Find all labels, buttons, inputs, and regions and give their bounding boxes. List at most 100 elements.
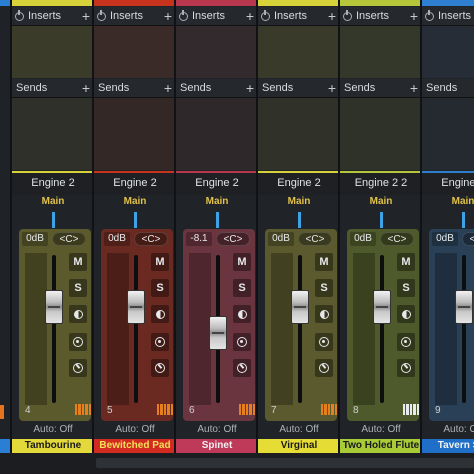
add-insert-plus-icon[interactable]: + <box>80 9 92 23</box>
solo-button[interactable]: S <box>233 279 251 297</box>
fader-track[interactable] <box>52 255 56 403</box>
monitor-button[interactable] <box>69 305 87 323</box>
volume-fader-handle[interactable] <box>291 290 309 324</box>
record-arm-button[interactable] <box>69 333 87 351</box>
fader-track[interactable] <box>462 255 466 403</box>
keyboard-icon[interactable] <box>75 404 92 415</box>
automation-mode[interactable]: Auto: Off <box>258 424 340 438</box>
add-insert-plus-icon[interactable]: + <box>162 9 174 23</box>
solo-button[interactable]: S <box>151 279 169 297</box>
monitor-button[interactable] <box>233 305 251 323</box>
volume-readout[interactable]: 0dB <box>432 232 458 246</box>
automation-mode[interactable]: Auto: Off <box>176 424 258 438</box>
automation-mode[interactable]: Auto: Off <box>340 424 422 438</box>
keyboard-icon[interactable] <box>321 404 338 415</box>
record-arm-button[interactable] <box>151 333 169 351</box>
input-selector[interactable]: Engine 2 2 <box>340 171 422 195</box>
keyboard-icon[interactable] <box>239 404 256 415</box>
volume-fader-handle[interactable] <box>455 290 473 324</box>
automation-button[interactable] <box>397 359 415 377</box>
inserts-slot-area[interactable] <box>422 26 474 78</box>
input-selector[interactable]: Engine 2 <box>258 171 340 195</box>
record-arm-button[interactable] <box>233 333 251 351</box>
fader-track[interactable] <box>380 255 384 403</box>
pan-control[interactable]: <C> <box>216 232 250 246</box>
add-send-plus-icon[interactable]: + <box>408 81 420 95</box>
inserts-slot-area[interactable] <box>340 26 422 78</box>
automation-button[interactable] <box>151 359 169 377</box>
power-icon[interactable] <box>179 9 188 21</box>
output-selector[interactable]: Main <box>94 196 176 211</box>
channel-name[interactable]: Virginal <box>258 439 340 453</box>
sends-slot-area[interactable] <box>340 98 422 170</box>
inserts-slot-area[interactable] <box>176 26 258 78</box>
volume-readout[interactable]: -8.1 <box>186 232 212 246</box>
power-icon[interactable] <box>425 9 434 21</box>
sends-slot-area[interactable] <box>12 98 94 170</box>
pan-control[interactable]: <C> <box>298 232 332 246</box>
output-selector[interactable]: Main <box>176 196 258 211</box>
add-send-plus-icon[interactable]: + <box>326 81 338 95</box>
volume-readout[interactable]: 0dB <box>350 232 376 246</box>
channel-name[interactable]: Tambourine <box>12 439 94 453</box>
volume-fader-handle[interactable] <box>373 290 391 324</box>
mute-button[interactable]: M <box>69 253 87 271</box>
fader-track[interactable] <box>134 255 138 403</box>
solo-button[interactable]: S <box>315 279 333 297</box>
record-arm-button[interactable] <box>315 333 333 351</box>
add-send-plus-icon[interactable]: + <box>80 81 92 95</box>
scrollbar-thumb[interactable] <box>96 458 474 468</box>
solo-button[interactable]: S <box>397 279 415 297</box>
inserts-slot-area[interactable] <box>258 26 340 78</box>
automation-mode[interactable]: Auto: Off <box>422 424 474 438</box>
output-selector[interactable]: Main <box>422 196 474 211</box>
automation-mode[interactable]: Auto: Off <box>94 424 176 438</box>
volume-readout[interactable]: 0dB <box>22 232 48 246</box>
volume-readout[interactable]: 0dB <box>268 232 294 246</box>
keyboard-icon[interactable] <box>157 404 174 415</box>
channel-name[interactable]: Two Holed Flute <box>340 439 422 453</box>
pan-control[interactable]: <C> <box>52 232 86 246</box>
input-selector[interactable]: Engine 2 <box>12 171 94 195</box>
sends-slot-area[interactable] <box>258 98 340 170</box>
channel-name-partial[interactable] <box>0 439 10 453</box>
power-icon[interactable] <box>261 9 270 21</box>
fader-track[interactable] <box>298 255 302 403</box>
volume-readout[interactable]: 0dB <box>104 232 130 246</box>
add-send-plus-icon[interactable]: + <box>162 81 174 95</box>
input-selector[interactable]: Engine 2 <box>94 171 176 195</box>
sends-slot-area[interactable] <box>422 98 474 170</box>
automation-button[interactable] <box>233 359 251 377</box>
input-selector[interactable]: Engine 2 <box>176 171 258 195</box>
pan-control[interactable]: <C> <box>134 232 168 246</box>
pan-control[interactable]: <C> <box>462 232 474 246</box>
inserts-slot-area[interactable] <box>12 26 94 78</box>
add-insert-plus-icon[interactable]: + <box>326 9 338 23</box>
horizontal-scrollbar[interactable] <box>0 453 474 474</box>
input-selector[interactable]: Engine 2 <box>422 171 474 195</box>
channel-name[interactable]: Bewitched Pad <box>94 439 176 453</box>
add-send-plus-icon[interactable]: + <box>244 81 256 95</box>
pan-control[interactable]: <C> <box>380 232 414 246</box>
output-selector[interactable]: Main <box>340 196 422 211</box>
power-icon[interactable] <box>343 9 352 21</box>
add-insert-plus-icon[interactable]: + <box>244 9 256 23</box>
solo-button[interactable]: S <box>69 279 87 297</box>
output-selector[interactable]: Main <box>12 196 94 211</box>
monitor-button[interactable] <box>151 305 169 323</box>
mute-button[interactable]: M <box>397 253 415 271</box>
sends-slot-area[interactable] <box>94 98 176 170</box>
output-selector[interactable]: Main <box>258 196 340 211</box>
inserts-slot-area[interactable] <box>94 26 176 78</box>
automation-button[interactable] <box>69 359 87 377</box>
channel-name[interactable]: Spinet <box>176 439 258 453</box>
power-icon[interactable] <box>15 9 24 21</box>
volume-fader-handle[interactable] <box>45 290 63 324</box>
volume-fader-handle[interactable] <box>209 316 227 350</box>
sends-slot-area[interactable] <box>176 98 258 170</box>
record-arm-button[interactable] <box>397 333 415 351</box>
mute-button[interactable]: M <box>233 253 251 271</box>
monitor-button[interactable] <box>315 305 333 323</box>
automation-button[interactable] <box>315 359 333 377</box>
mute-button[interactable]: M <box>315 253 333 271</box>
